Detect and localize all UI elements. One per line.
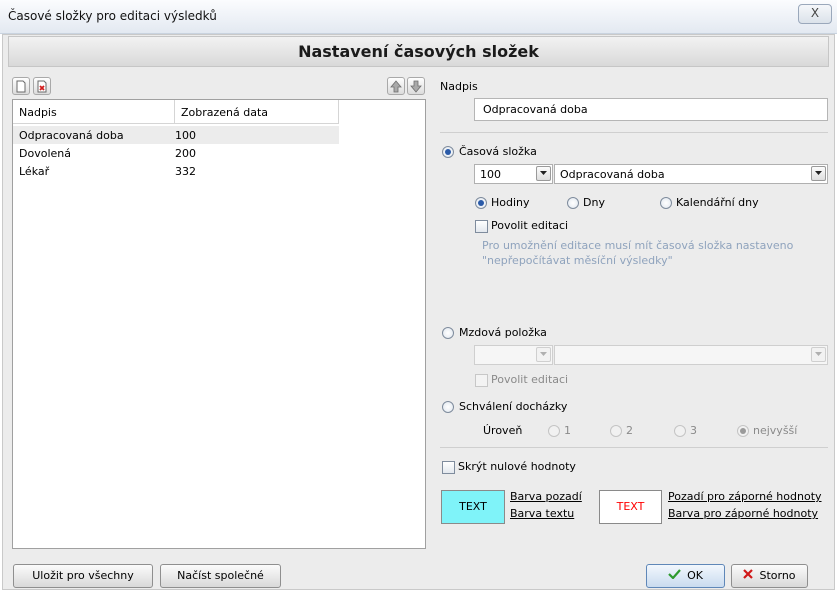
move-up-icon bbox=[390, 80, 402, 93]
edit-hint-line1: Pro umožnění editace musí mít časová slo… bbox=[482, 239, 794, 252]
cancel-button[interactable]: Storno bbox=[731, 564, 808, 588]
barva-pozadi-link[interactable]: Barva pozadí bbox=[510, 490, 582, 503]
delete-document-icon bbox=[37, 80, 47, 93]
list-item-data: 332 bbox=[175, 165, 196, 178]
load-common-button[interactable]: Načíst společné bbox=[160, 564, 281, 588]
unit-kalendarni-dny-radio[interactable] bbox=[660, 197, 672, 209]
level-1-radio[interactable] bbox=[548, 425, 560, 437]
title-bar: Časové složky pro editaci výsledků X bbox=[0, 0, 837, 34]
dialog-header: Nastavení časových složek bbox=[8, 36, 829, 67]
list-item-data: 100 bbox=[175, 129, 196, 142]
unit-dny-label: Dny bbox=[583, 196, 605, 209]
schvaleni-dochazky-label: Schválení docházky bbox=[459, 400, 568, 413]
level-2-label: 2 bbox=[626, 424, 633, 437]
level-3-radio[interactable] bbox=[674, 425, 686, 437]
chevron-down-icon[interactable] bbox=[811, 166, 826, 181]
mzdova-name-select[interactable] bbox=[554, 345, 828, 365]
ok-label: OK bbox=[687, 569, 703, 582]
casova-slozka-name-select[interactable]: Odpracovaná doba bbox=[554, 164, 828, 184]
column-header-data[interactable]: Zobrazená data bbox=[175, 100, 339, 124]
mzdova-polozka-radio[interactable] bbox=[442, 327, 454, 339]
nadpis-input[interactable]: Odpracovaná doba bbox=[474, 98, 828, 121]
checkmark-icon bbox=[668, 565, 681, 587]
level-2-radio[interactable] bbox=[610, 425, 622, 437]
unit-hodiny-label: Hodiny bbox=[491, 196, 530, 209]
list-item[interactable]: Dovolená 200 bbox=[13, 144, 339, 162]
close-icon[interactable]: X bbox=[798, 4, 832, 24]
list-item-data: 200 bbox=[175, 147, 196, 160]
chevron-down-icon[interactable] bbox=[536, 166, 551, 181]
time-components-list[interactable]: Nadpis Zobrazená data Odpracovaná doba 1… bbox=[12, 99, 426, 549]
pozadi-zaporne-link[interactable]: Pozadí pro záporné hodnoty bbox=[668, 490, 822, 503]
unit-dny-radio[interactable] bbox=[567, 197, 579, 209]
chevron-down-icon[interactable] bbox=[811, 347, 826, 362]
new-document-icon bbox=[16, 80, 26, 93]
mzdova-povolit-editaci-label: Povolit editaci bbox=[491, 373, 569, 386]
list-item[interactable]: Lékař 332 bbox=[13, 162, 339, 180]
cancel-label: Storno bbox=[759, 569, 796, 582]
level-nejvyssi-label: nejvyšší bbox=[753, 424, 798, 437]
window-title: Časové složky pro editaci výsledků bbox=[8, 9, 217, 23]
list-item-nadpis: Lékař bbox=[19, 165, 50, 178]
negative-color-swatch: TEXT bbox=[599, 490, 662, 524]
casova-povolit-editaci-label: Povolit editaci bbox=[491, 219, 569, 232]
skryt-nulove-checkbox[interactable] bbox=[442, 461, 455, 474]
cross-icon bbox=[743, 565, 754, 587]
unit-kalendarni-dny-label: Kalendářní dny bbox=[676, 196, 759, 209]
mzdova-povolit-editaci-checkbox[interactable] bbox=[475, 374, 488, 387]
move-up-button[interactable] bbox=[387, 77, 405, 95]
move-down-icon bbox=[410, 80, 422, 93]
level-3-label: 3 bbox=[690, 424, 697, 437]
barva-textu-link[interactable]: Barva textu bbox=[510, 507, 574, 520]
barva-zaporne-link[interactable]: Barva pro záporné hodnoty bbox=[668, 507, 818, 520]
schvaleni-dochazky-radio[interactable] bbox=[442, 401, 454, 413]
move-down-button[interactable] bbox=[407, 77, 425, 95]
uroven-label: Úroveň bbox=[483, 424, 523, 437]
list-item-nadpis: Dovolená bbox=[19, 147, 71, 160]
edit-hint-line2: "nepřepočítávat měsíční výsledky" bbox=[482, 254, 673, 267]
casova-slozka-code-value: 100 bbox=[480, 168, 501, 181]
list-item-nadpis: Odpracovaná doba bbox=[19, 129, 124, 142]
separator bbox=[440, 447, 828, 448]
mzdova-polozka-label: Mzdová položka bbox=[459, 326, 547, 339]
delete-item-button[interactable] bbox=[33, 77, 51, 95]
unit-hodiny-radio[interactable] bbox=[475, 197, 487, 209]
new-item-button[interactable] bbox=[12, 77, 30, 95]
casova-slozka-radio[interactable] bbox=[442, 146, 454, 158]
normal-color-swatch: TEXT bbox=[441, 490, 505, 524]
ok-button[interactable]: OK bbox=[646, 564, 725, 588]
separator bbox=[440, 132, 828, 133]
nadpis-label: Nadpis bbox=[440, 80, 478, 93]
level-nejvyssi-radio[interactable] bbox=[737, 425, 749, 437]
casova-povolit-editaci-checkbox[interactable] bbox=[475, 220, 488, 233]
list-item[interactable]: Odpracovaná doba 100 bbox=[13, 126, 339, 144]
skryt-nulove-label: Skrýt nulové hodnoty bbox=[458, 460, 576, 473]
level-1-label: 1 bbox=[564, 424, 571, 437]
save-for-all-button[interactable]: Uložit pro všechny bbox=[13, 564, 153, 588]
chevron-down-icon[interactable] bbox=[536, 347, 551, 362]
casova-slozka-name-value: Odpracovaná doba bbox=[560, 168, 665, 181]
column-header-nadpis[interactable]: Nadpis bbox=[13, 100, 175, 124]
casova-slozka-label: Časová složka bbox=[459, 145, 537, 158]
